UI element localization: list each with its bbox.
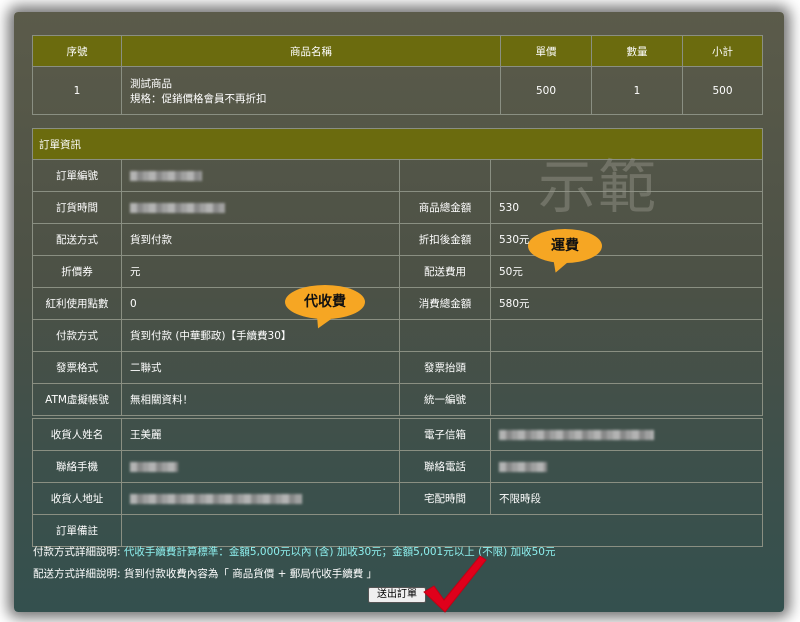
- empty-cell: [399, 319, 491, 352]
- coupon-value: 元: [121, 255, 400, 288]
- table-row: 收貨人地址 宅配時間 不限時段: [32, 482, 763, 515]
- submit-order-button[interactable]: 送出訂單: [368, 587, 426, 603]
- shipping-bubble-text: 運費: [551, 238, 579, 254]
- redacted-mobile: [130, 461, 178, 472]
- delivery-time-label: 宅配時間: [399, 482, 491, 515]
- coupon-label: 折價券: [32, 255, 122, 288]
- order-time-label: 訂貨時間: [32, 191, 122, 224]
- redacted-order-time: [130, 202, 225, 213]
- redacted-email: [499, 429, 654, 440]
- product-name: 測試商品: [130, 77, 172, 90]
- ship-note: 配送方式詳細說明: 貨到付款收費內容為「 商品貨價 + 郵局代收手續費 」: [33, 566, 377, 581]
- address-value: [121, 482, 400, 515]
- redacted-address: [130, 493, 302, 504]
- col-header-no: 序號: [32, 35, 122, 67]
- table-row: 收貨人姓名 王美麗 電子信箱: [32, 418, 763, 451]
- order-no-value: [121, 159, 400, 192]
- col-header-subtotal: 小計: [682, 35, 763, 67]
- email-value: [490, 418, 763, 451]
- phone-label: 聯絡電話: [399, 450, 491, 483]
- table-row: 聯絡手機 聯絡電話: [32, 450, 763, 483]
- redacted-phone: [499, 461, 547, 472]
- col-header-qty: 數量: [591, 35, 683, 67]
- row-subtotal: 500: [682, 66, 763, 115]
- receiver-table: 收貨人姓名 王美麗 電子信箱 聯絡手機 聯絡電話 收貨人地址 宅配時間 不限時段…: [32, 418, 763, 547]
- checkmark-icon: [423, 555, 487, 613]
- remark-label: 訂單備註: [32, 514, 122, 547]
- redacted-order-no: [130, 170, 202, 181]
- invoice-format-label: 發票格式: [32, 351, 122, 384]
- order-time-value: [121, 191, 400, 224]
- cod-bubble: 代收費: [285, 285, 365, 332]
- receiver-name-label: 收貨人姓名: [32, 418, 122, 451]
- table-row: 折價券 元 配送費用 50元: [32, 255, 763, 288]
- empty-cell: [490, 319, 763, 352]
- row-no: 1: [32, 66, 122, 115]
- pay-method-label: 付款方式: [32, 319, 122, 352]
- remark-value: [121, 514, 763, 547]
- items-table: 序號 商品名稱 單價 數量 小計 1 測試商品 規格：促銷價格會員不再折扣 50…: [32, 35, 763, 115]
- table-row: ATM虛擬帳號 無相關資料！ 統一編號: [32, 383, 763, 416]
- grand-total-label: 消費總金額: [399, 287, 491, 320]
- watermark-text: 示範: [538, 153, 659, 221]
- ship-method-value: 貨到付款: [121, 223, 400, 256]
- atm-label: ATM虛擬帳號: [32, 383, 122, 416]
- mobile-label: 聯絡手機: [32, 450, 122, 483]
- goods-total-label: 商品總金額: [399, 191, 491, 224]
- ship-fee-value: 50元: [490, 255, 763, 288]
- table-row: 配送方式 貨到付款 折扣後金額 530元: [32, 223, 763, 256]
- col-header-price: 單價: [500, 35, 592, 67]
- delivery-time-value: 不限時段: [490, 482, 763, 515]
- table-row: 發票格式 二聯式 發票抬頭: [32, 351, 763, 384]
- table-row: 紅利使用點數 0 消費總金額 580元: [32, 287, 763, 320]
- ship-fee-label: 配送費用: [399, 255, 491, 288]
- phone-value: [490, 450, 763, 483]
- pay-note-label: 付款方式詳細說明:: [33, 546, 121, 558]
- empty-cell: [399, 159, 491, 192]
- address-label: 收貨人地址: [32, 482, 122, 515]
- table-row: 1 測試商品 規格：促銷價格會員不再折扣 500 1 500: [32, 66, 763, 115]
- ship-method-label: 配送方式: [32, 223, 122, 256]
- receiver-name-value: 王美麗: [121, 418, 400, 451]
- mobile-value: [121, 450, 400, 483]
- items-table-header: 序號 商品名稱 單價 數量 小計: [32, 35, 763, 67]
- after-discount-label: 折扣後金額: [399, 223, 491, 256]
- ship-note-label: 配送方式詳細說明:: [33, 568, 121, 580]
- invoice-format-value: 二聯式: [121, 351, 400, 384]
- col-header-name: 商品名稱: [121, 35, 501, 67]
- pay-note-value: 代收手續費計算標準：金額5,000元以內 (含) 加收30元；金額5,001元以…: [123, 546, 556, 558]
- row-price: 500: [500, 66, 592, 115]
- email-label: 電子信箱: [399, 418, 491, 451]
- ship-note-value: 貨到付款收費內容為「 商品貨價 + 郵局代收手續費 」: [123, 568, 378, 580]
- shipping-bubble: 運費: [528, 229, 602, 276]
- table-row: 訂單備註: [32, 514, 763, 547]
- grand-total-value: 580元: [490, 287, 763, 320]
- order-no-label: 訂單編號: [32, 159, 122, 192]
- tax-id-label: 統一編號: [399, 383, 491, 416]
- tax-id-value: [490, 383, 763, 416]
- table-row: 付款方式 貨到付款 (中華郵政)【手續費30】: [32, 319, 763, 352]
- pay-method-value: 貨到付款 (中華郵政)【手續費30】: [121, 319, 400, 352]
- atm-value: 無相關資料！: [121, 383, 400, 416]
- cod-bubble-text: 代收費: [304, 294, 346, 310]
- row-qty: 1: [591, 66, 683, 115]
- row-product-cell: 測試商品 規格：促銷價格會員不再折扣: [121, 66, 501, 115]
- invoice-title-label: 發票抬頭: [399, 351, 491, 384]
- bonus-label: 紅利使用點數: [32, 287, 122, 320]
- product-spec: 規格：促銷價格會員不再折扣: [130, 92, 267, 105]
- invoice-title-value: [490, 351, 763, 384]
